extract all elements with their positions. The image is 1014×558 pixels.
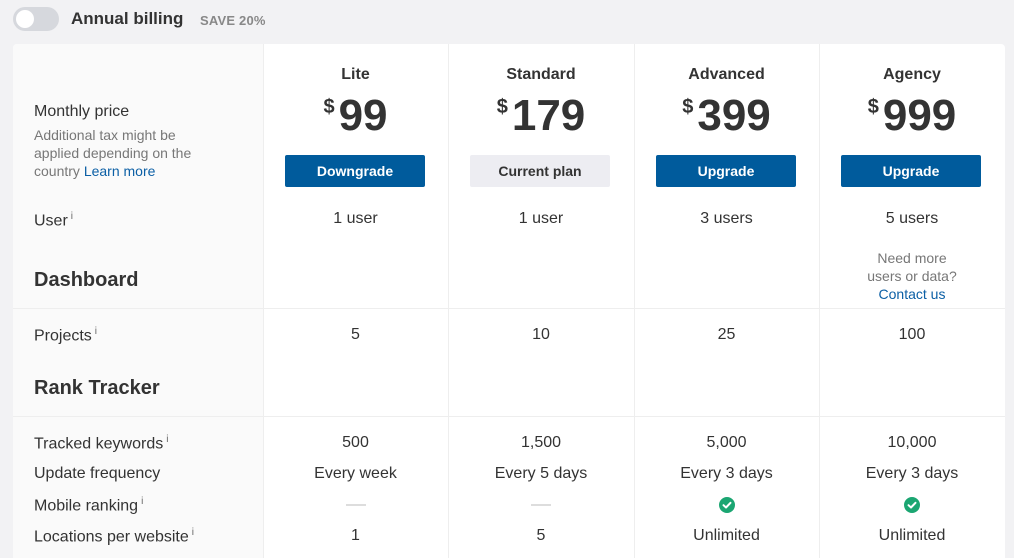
update-frequency-value: Every week — [314, 465, 397, 482]
need-more-text: Need more users or data? — [867, 250, 957, 284]
info-icon[interactable]: i — [71, 211, 73, 222]
mobile-ranking-value — [263, 496, 448, 514]
info-icon[interactable]: i — [166, 434, 168, 445]
tracked-keywords-label: Tracked keywords i — [34, 434, 168, 453]
plan-action-button[interactable]: Downgrade — [285, 155, 425, 187]
tracked-keywords-label-text: Tracked keywords — [34, 435, 164, 453]
user-label: User i — [34, 211, 73, 230]
price-amount: 399 — [697, 91, 771, 140]
currency-symbol: $ — [496, 96, 508, 118]
tracked-keywords-value: 500 — [342, 434, 369, 451]
tracked-keywords-value: 1,500 — [520, 434, 562, 451]
locations-value: 1 — [351, 527, 360, 544]
projects-label-text: Projects — [34, 327, 92, 345]
update-frequency-label: Update frequency — [34, 465, 161, 482]
toggle-knob — [16, 10, 34, 28]
page-gutter — [1005, 44, 1014, 558]
plan-column-standard: Standard $179 Current plan 1 user 10 1,5… — [448, 44, 635, 558]
mobile-ranking-label-text: Mobile ranking — [34, 497, 139, 515]
not-included-dash-icon — [531, 503, 551, 506]
info-icon[interactable]: i — [95, 326, 97, 337]
locations-label-text: Locations per website — [34, 528, 189, 546]
users-value: 1 user — [333, 210, 378, 227]
user-label-text: User — [34, 212, 68, 230]
plan-price: $999 — [819, 90, 1005, 142]
learn-more-link[interactable]: Learn more — [84, 163, 156, 179]
save-badge: SAVE 20% — [200, 13, 266, 28]
mobile-ranking-value — [819, 496, 1005, 514]
check-circle-icon — [904, 496, 920, 513]
price-amount: 179 — [511, 91, 586, 140]
projects-value: 5 — [351, 326, 360, 343]
price-amount: 99 — [338, 91, 388, 140]
plan-column-agency: Agency $999 Upgrade 5 users 100 10,000 E… — [819, 44, 1005, 558]
users-value: 3 users — [700, 210, 753, 227]
info-icon[interactable]: i — [141, 496, 143, 507]
plan-price: $179 — [448, 90, 634, 142]
dashboard-section-title: Dashboard — [34, 269, 139, 291]
plan-price: $399 — [634, 90, 819, 142]
projects-value: 25 — [717, 326, 736, 343]
info-icon[interactable]: i — [192, 527, 194, 538]
locations-value: Unlimited — [878, 527, 946, 544]
contact-us-link[interactable]: Contact us — [819, 285, 1005, 303]
pricing-table: Monthly price Additional tax might be ap… — [13, 44, 1005, 558]
annual-billing-label: Annual billing — [71, 9, 184, 28]
locations-value: Unlimited — [693, 527, 760, 544]
tracked-keywords-value: 5,000 — [706, 434, 747, 451]
update-frequency-value: Every 3 days — [865, 465, 959, 482]
plan-column-advanced: Advanced $399 Upgrade 3 users 25 5,000 E… — [634, 44, 820, 558]
currency-symbol: $ — [867, 96, 879, 118]
billing-bar: Annual billing SAVE 20% — [0, 0, 1014, 40]
plan-name: Advanced — [688, 66, 765, 83]
plan-name: Agency — [883, 66, 941, 83]
tax-note: Additional tax might be applied dependin… — [34, 126, 224, 180]
plan-name: Lite — [341, 66, 370, 83]
update-frequency-value: Every 5 days — [494, 465, 588, 482]
plan-column-lite: Lite $99 Downgrade 1 user 5 500 Every we… — [263, 44, 449, 558]
currency-symbol: $ — [682, 96, 694, 118]
mobile-ranking-value — [448, 496, 634, 514]
projects-value: 100 — [898, 326, 926, 343]
monthly-price-label: Monthly price — [34, 103, 130, 120]
price-amount: 999 — [882, 91, 957, 140]
plan-action-button[interactable]: Upgrade — [841, 155, 981, 187]
feature-label-column: Monthly price Additional tax might be ap… — [13, 44, 264, 558]
locations-label: Locations per website i — [34, 527, 194, 546]
update-frequency-value: Every 3 days — [680, 465, 773, 482]
divider — [13, 308, 1005, 309]
plan-action-button[interactable]: Current plan — [470, 155, 610, 187]
mobile-ranking-label: Mobile ranking i — [34, 496, 143, 515]
plan-name: Standard — [506, 66, 576, 83]
check-circle-icon — [718, 496, 735, 513]
users-value: 1 user — [518, 210, 564, 227]
tracked-keywords-value: 10,000 — [887, 434, 937, 451]
not-included-dash-icon — [345, 503, 366, 506]
rank-tracker-section-title: Rank Tracker — [34, 377, 160, 399]
users-value: 5 users — [885, 210, 939, 227]
mobile-ranking-value — [634, 496, 819, 514]
currency-symbol: $ — [323, 96, 335, 118]
annual-billing-toggle[interactable] — [13, 7, 59, 31]
plan-action-button[interactable]: Upgrade — [656, 155, 796, 187]
projects-label: Projects i — [34, 326, 97, 345]
divider — [13, 416, 1005, 417]
projects-value: 10 — [532, 326, 550, 343]
locations-value: 5 — [536, 527, 546, 544]
need-more-note: Need more users or data? Contact us — [819, 249, 1005, 303]
plan-price: $99 — [263, 90, 448, 142]
